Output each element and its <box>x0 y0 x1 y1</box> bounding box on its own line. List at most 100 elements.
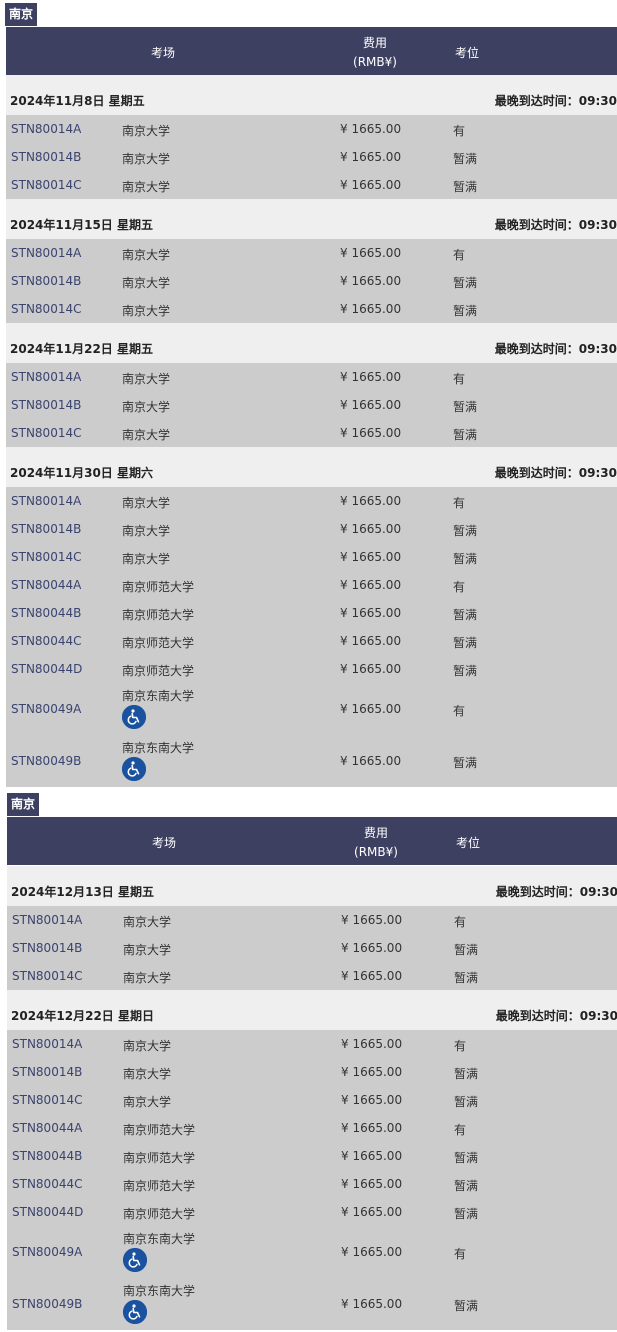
table-row[interactable]: STN80014B 南京大学 ¥ 1665.00 暂满 <box>7 1058 617 1086</box>
wheelchair-accessible-icon <box>122 757 146 781</box>
session-code-link[interactable]: STN80014C <box>12 969 82 983</box>
session-code-link[interactable]: STN80014A <box>12 1037 82 1051</box>
session-code-link[interactable]: STN80014C <box>11 426 81 440</box>
table-row[interactable]: STN80014B 南京大学 ¥ 1665.00 暂满 <box>6 143 617 171</box>
header-seats: 考位 <box>454 46 479 60</box>
date-row: 2024年11月30日 星期六 最晚到达时间：09:30 <box>6 447 617 487</box>
seat-status: 暂满 <box>454 1151 479 1165</box>
table-row[interactable]: STN80044A 南京师范大学 ¥ 1665.00 有 <box>6 571 617 599</box>
session-code-link[interactable]: STN80049A <box>12 1245 82 1259</box>
venue-name: 南京大学 <box>123 1095 172 1109</box>
date-row: 2024年11月22日 星期五 最晚到达时间：09:30 <box>6 323 617 363</box>
table-row[interactable]: STN80014B 南京大学 ¥ 1665.00 暂满 <box>6 267 617 295</box>
session-code-link[interactable]: STN80014B <box>11 274 81 288</box>
session-code-link[interactable]: STN80014A <box>11 246 81 260</box>
session-code-link[interactable]: STN80044B <box>11 606 81 620</box>
session-code-link[interactable]: STN80014C <box>11 302 81 316</box>
venue-name: 南京东南大学 <box>122 689 195 703</box>
date-row: 2024年12月13日 星期五 最晚到达时间：09:30 <box>7 866 617 906</box>
session-code-link[interactable]: STN80014C <box>11 178 81 192</box>
exam-date: 2024年11月22日 星期五 <box>10 342 153 356</box>
latest-arrival-time: 最晚到达时间：09:30 <box>494 218 617 232</box>
seat-status: 有 <box>453 248 466 262</box>
session-group: STN80014A 南京大学 ¥ 1665.00 有 STN80014B 南京大学 ¥ 16… <box>7 906 617 990</box>
session-code-link[interactable]: STN80014A <box>11 494 81 508</box>
fee-amount: ¥ 1665.00 <box>340 754 402 768</box>
table-row[interactable]: STN80014A 南京大学 ¥ 1665.00 有 <box>7 906 617 934</box>
table-row[interactable]: STN80049A 南京东南大学 ¥ 1665.00 有 <box>6 683 617 735</box>
session-code-link[interactable]: STN80014C <box>11 550 81 564</box>
table-row[interactable]: STN80014A 南京大学 ¥ 1665.00 有 <box>6 239 617 267</box>
table-row[interactable]: STN80049A 南京东南大学 ¥ 1665.00 有 <box>7 1226 617 1278</box>
table-row[interactable]: STN80014A 南京大学 ¥ 1665.00 有 <box>6 363 617 391</box>
fee-amount: ¥ 1665.00 <box>341 1037 403 1051</box>
seat-status: 暂满 <box>453 552 478 566</box>
venue-name: 南京师范大学 <box>122 580 195 594</box>
seat-status: 有 <box>454 1247 467 1261</box>
session-code-link[interactable]: STN80044A <box>12 1121 82 1135</box>
venue-name: 南京大学 <box>123 1067 172 1081</box>
seat-status: 暂满 <box>453 608 478 622</box>
table-row[interactable]: STN80014B 南京大学 ¥ 1665.00 暂满 <box>6 515 617 543</box>
session-code-link[interactable]: STN80014B <box>12 941 82 955</box>
table-row[interactable]: STN80014B 南京大学 ¥ 1665.00 暂满 <box>7 934 617 962</box>
session-code-link[interactable]: STN80014A <box>11 370 81 384</box>
session-code-link[interactable]: STN80049B <box>12 1297 82 1311</box>
seat-status: 有 <box>453 124 466 138</box>
table-row[interactable]: STN80044B 南京师范大学 ¥ 1665.00 暂满 <box>6 599 617 627</box>
table-row[interactable]: STN80044D 南京师范大学 ¥ 1665.00 暂满 <box>6 655 617 683</box>
table-row[interactable]: STN80014A 南京大学 ¥ 1665.00 有 <box>6 115 617 143</box>
table-row[interactable]: STN80014C 南京大学 ¥ 1665.00 暂满 <box>6 419 617 447</box>
session-code-link[interactable]: STN80014C <box>12 1093 82 1107</box>
table-row[interactable]: STN80044D 南京师范大学 ¥ 1665.00 暂满 <box>7 1198 617 1226</box>
session-code-link[interactable]: STN80044C <box>11 634 81 648</box>
session-code-link[interactable]: STN80044B <box>12 1149 82 1163</box>
venue-name: 南京大学 <box>122 524 171 538</box>
session-code-link[interactable]: STN80014B <box>12 1065 82 1079</box>
fee-amount: ¥ 1665.00 <box>340 122 402 136</box>
table-row[interactable]: STN80044B 南京师范大学 ¥ 1665.00 暂满 <box>7 1142 617 1170</box>
table-row[interactable]: STN80014A 南京大学 ¥ 1665.00 有 <box>7 1030 617 1058</box>
table-row[interactable]: STN80014C 南京大学 ¥ 1665.00 暂满 <box>7 1086 617 1114</box>
session-code-link[interactable]: STN80014B <box>11 150 81 164</box>
table-row[interactable]: STN80014C 南京大学 ¥ 1665.00 暂满 <box>6 543 617 571</box>
session-code-link[interactable]: STN80044D <box>11 662 82 676</box>
session-code-link[interactable]: STN80044C <box>12 1177 82 1191</box>
fee-amount: ¥ 1665.00 <box>340 702 402 716</box>
fee-amount: ¥ 1665.00 <box>340 494 402 508</box>
table-header: 考场 费用 (RMB¥) 考位 <box>6 27 617 75</box>
table-row[interactable]: STN80044A 南京师范大学 ¥ 1665.00 有 <box>7 1114 617 1142</box>
venue-name: 南京大学 <box>122 372 171 386</box>
fee-amount: ¥ 1665.00 <box>340 150 402 164</box>
fee-amount: ¥ 1665.00 <box>341 1065 403 1079</box>
session-code-link[interactable]: STN80049A <box>11 702 81 716</box>
table-row[interactable]: STN80049B 南京东南大学 ¥ 1665.00 暂满 <box>7 1278 617 1330</box>
session-code-link[interactable]: STN80049B <box>11 754 81 768</box>
table-row[interactable]: STN80014B 南京大学 ¥ 1665.00 暂满 <box>6 391 617 419</box>
date-row: 2024年12月22日 星期日 最晚到达时间：09:30 <box>7 990 617 1030</box>
venue-name: 南京东南大学 <box>122 741 195 755</box>
seat-status: 暂满 <box>454 1207 479 1221</box>
seat-status: 暂满 <box>453 636 478 650</box>
seat-status: 有 <box>453 580 466 594</box>
table-row[interactable]: STN80014C 南京大学 ¥ 1665.00 暂满 <box>6 171 617 199</box>
session-code-link[interactable]: STN80014A <box>12 913 82 927</box>
table-row[interactable]: STN80014C 南京大学 ¥ 1665.00 暂满 <box>7 962 617 990</box>
venue-name: 南京大学 <box>122 496 171 510</box>
venue-name: 南京师范大学 <box>122 664 195 678</box>
fee-amount: ¥ 1665.00 <box>341 913 403 927</box>
session-code-link[interactable]: STN80044D <box>12 1205 83 1219</box>
fee-amount: ¥ 1665.00 <box>340 178 402 192</box>
table-row[interactable]: STN80014A 南京大学 ¥ 1665.00 有 <box>6 487 617 515</box>
session-code-link[interactable]: STN80014A <box>11 122 81 136</box>
table-row[interactable]: STN80049B 南京东南大学 ¥ 1665.00 暂满 <box>6 735 617 787</box>
session-code-link[interactable]: STN80014B <box>11 522 81 536</box>
table-row[interactable]: STN80044C 南京师范大学 ¥ 1665.00 暂满 <box>6 627 617 655</box>
table-row[interactable]: STN80044C 南京师范大学 ¥ 1665.00 暂满 <box>7 1170 617 1198</box>
table-row[interactable]: STN80014C 南京大学 ¥ 1665.00 暂满 <box>6 295 617 323</box>
venue-name: 南京大学 <box>122 248 171 262</box>
session-code-link[interactable]: STN80014B <box>11 398 81 412</box>
fee-amount: ¥ 1665.00 <box>340 522 402 536</box>
fee-amount: ¥ 1665.00 <box>340 398 402 412</box>
session-code-link[interactable]: STN80044A <box>11 578 81 592</box>
